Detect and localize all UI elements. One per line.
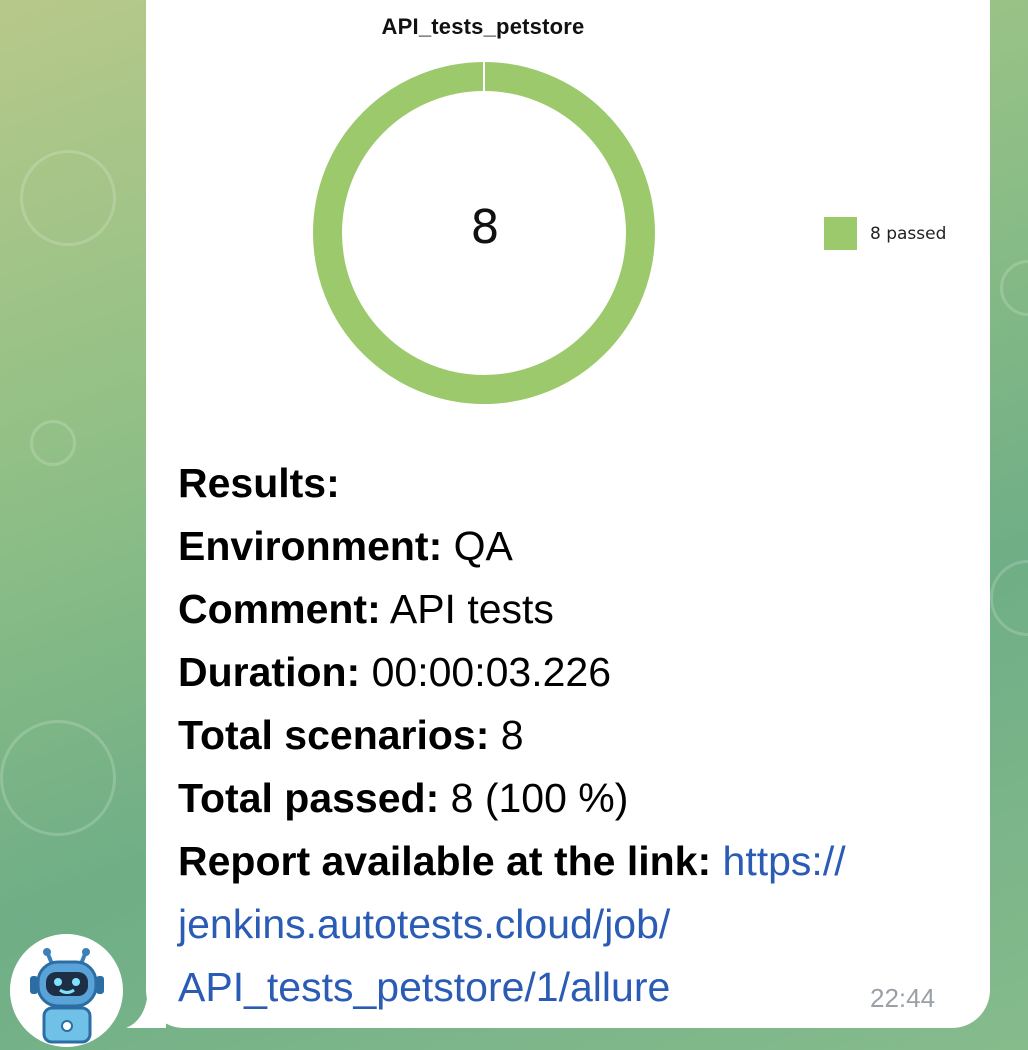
background-doodle bbox=[990, 560, 1028, 636]
total-passed-value: 8 (100 %) bbox=[450, 775, 629, 821]
report-link-part-3[interactable]: API_tests_petstore/1/allure bbox=[178, 964, 670, 1010]
robot-avatar-icon[interactable] bbox=[10, 934, 123, 1047]
background-doodle bbox=[1000, 260, 1028, 316]
background-doodle bbox=[30, 420, 76, 466]
chart-center-value: 8 bbox=[470, 200, 500, 254]
comment-value: API tests bbox=[389, 586, 554, 632]
background-doodle bbox=[20, 150, 116, 246]
report-label: Report available at the link: bbox=[178, 838, 712, 884]
legend-label-passed: 8 passed bbox=[870, 224, 947, 244]
duration-value: 00:00:03.226 bbox=[371, 649, 612, 695]
message-text: Results: Environment: QA Comment: API te… bbox=[178, 452, 978, 1019]
legend-swatch-passed bbox=[824, 217, 857, 250]
report-link-part-1[interactable]: https:// bbox=[723, 838, 846, 884]
duration-label: Duration: bbox=[178, 649, 361, 695]
total-scenarios-label: Total scenarios: bbox=[178, 712, 490, 758]
results-label: Results: bbox=[178, 460, 340, 506]
report-link-part-2[interactable]: jenkins.autotests.cloud/job/ bbox=[178, 901, 670, 947]
environment-value: QA bbox=[453, 523, 513, 569]
comment-label: Comment: bbox=[178, 586, 381, 632]
total-scenarios-value: 8 bbox=[500, 712, 524, 758]
message-timestamp: 22:44 bbox=[870, 983, 936, 1013]
total-passed-label: Total passed: bbox=[178, 775, 440, 821]
background-doodle bbox=[0, 720, 116, 836]
environment-label: Environment: bbox=[178, 523, 443, 569]
